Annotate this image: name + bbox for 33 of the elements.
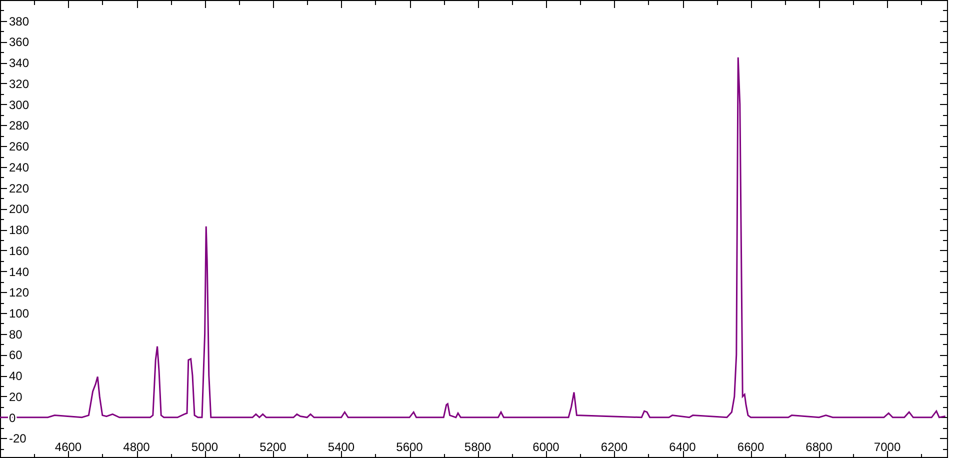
x-tick-label: 4800 <box>123 440 150 454</box>
y-tick-label: 280 <box>9 118 30 133</box>
y-tick-label: 180 <box>9 223 30 238</box>
y-tick-label: 240 <box>9 160 30 174</box>
y-tick-label: 340 <box>9 56 30 70</box>
x-tick-label: 5800 <box>464 440 492 454</box>
y-tick-label: 380 <box>9 14 30 28</box>
y-tick-label: 300 <box>9 98 30 112</box>
y-tick-label: 40 <box>9 369 22 384</box>
y-tick-label: 260 <box>9 140 30 154</box>
y-tick-label: 360 <box>9 35 30 50</box>
x-tick-label: 5400 <box>328 440 355 454</box>
x-tick-label: 4600 <box>54 440 82 454</box>
y-tick-label: 200 <box>9 202 30 216</box>
y-tick-label: 100 <box>9 306 30 321</box>
y-tick-label: 120 <box>9 286 30 300</box>
y-tick-label: 220 <box>9 181 30 196</box>
x-tick-label: 6800 <box>806 440 832 454</box>
x-tick-label: 5200 <box>260 440 286 454</box>
y-tick-label: -20 <box>9 432 26 446</box>
x-tick-label: 5600 <box>396 440 423 454</box>
x-tick-label: 6000 <box>532 440 560 454</box>
y-tick-label: 160 <box>9 244 30 258</box>
y-tick-label: 140 <box>9 264 30 279</box>
x-tick-label: 5000 <box>191 440 218 454</box>
x-tick-label: 7000 <box>874 440 901 454</box>
y-tick-label: 320 <box>9 76 30 91</box>
y-tick-label: 20 <box>9 390 22 404</box>
y-tick-label: 80 <box>9 327 22 342</box>
x-tick-label: 6200 <box>600 440 628 454</box>
x-tick-label: 6400 <box>669 440 696 454</box>
y-tick-label: 60 <box>9 348 22 362</box>
x-tick-label: 6600 <box>737 440 764 454</box>
